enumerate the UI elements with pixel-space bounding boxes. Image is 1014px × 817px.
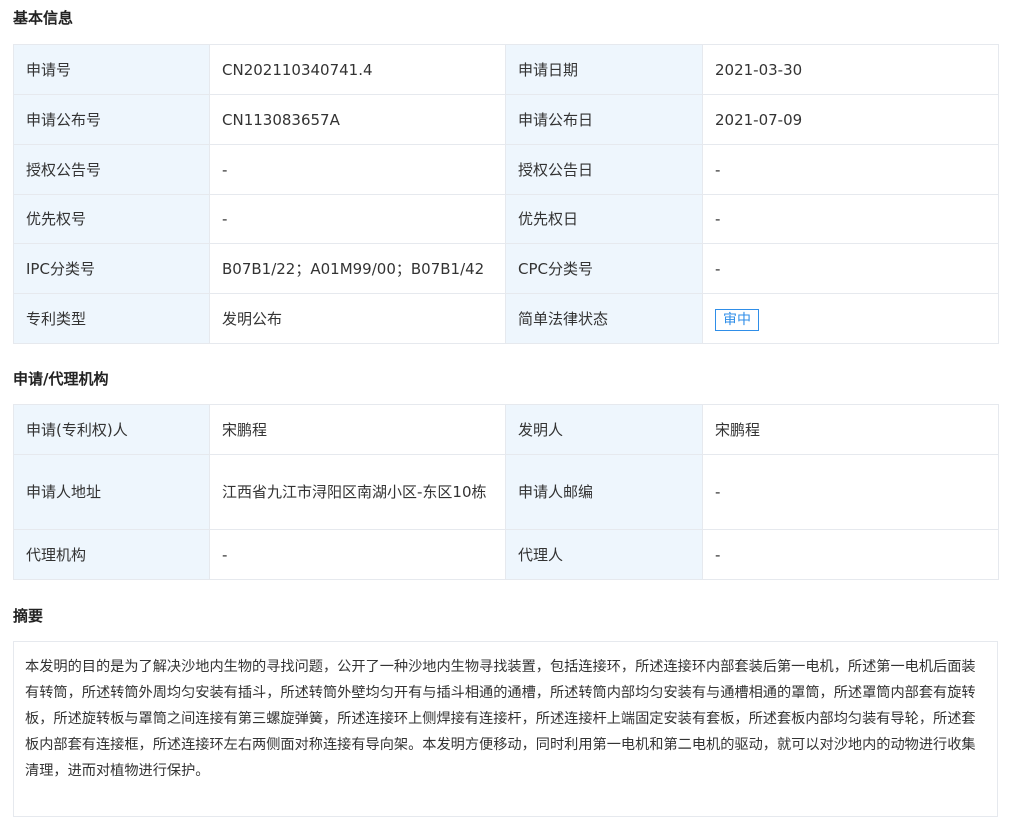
grant-date-label: 授权公告日 [505,144,703,195]
basic-info-table: 申请号 CN202110340741.4 申请日期 2021-03-30 申请公… [13,44,999,344]
table-row: 代理机构 - 代理人 - [13,529,999,580]
table-row: 申请公布号 CN113083657A 申请公布日 2021-07-09 [13,94,999,145]
patent-type-value: 发明公布 [209,293,506,344]
agency-label: 代理机构 [13,529,210,580]
agent-value: - [702,529,999,580]
priority-number-label: 优先权号 [13,194,210,244]
grant-number-value: - [209,144,506,195]
table-row: 授权公告号 - 授权公告日 - [13,144,999,195]
legal-status-cell: 审中 [702,293,999,344]
agency-value: - [209,529,506,580]
legal-status-label: 简单法律状态 [505,293,703,344]
table-row: 申请人地址 江西省九江市浔阳区南湖小区-东区10栋 申请人邮编 - [13,454,999,530]
publication-date-label: 申请公布日 [505,94,703,145]
abstract-title: 摘要 [13,607,44,625]
applicant-label: 申请(专利权)人 [13,404,210,455]
priority-date-label: 优先权日 [505,194,703,244]
ipc-label: IPC分类号 [13,243,210,294]
table-row: 专利类型 发明公布 简单法律状态 审中 [13,293,999,344]
patent-detail-page: 基本信息 申请号 CN202110340741.4 申请日期 2021-03-3… [0,0,1014,817]
publication-date-value: 2021-07-09 [702,94,999,145]
applicant-postcode-value: - [702,454,999,530]
table-row: IPC分类号 B07B1/22；A01M99/00；B07B1/42 CPC分类… [13,243,999,294]
publication-number-value: CN113083657A [209,94,506,145]
application-number-value: CN202110340741.4 [209,44,506,95]
cpc-value: - [702,243,999,294]
application-date-value: 2021-03-30 [702,44,999,95]
inventor-label: 发明人 [505,404,703,455]
patent-type-label: 专利类型 [13,293,210,344]
publication-number-label: 申请公布号 [13,94,210,145]
applicant-postcode-label: 申请人邮编 [505,454,703,530]
applicant-value: 宋鹏程 [209,404,506,455]
abstract-text: 本发明的目的是为了解决沙地内生物的寻找问题，公开了一种沙地内生物寻找装置，包括连… [13,641,998,817]
agency-title: 申请/代理机构 [13,370,109,388]
grant-number-label: 授权公告号 [13,144,210,195]
table-row: 优先权号 - 优先权日 - [13,194,999,244]
priority-date-value: - [702,194,999,244]
basic-info-title: 基本信息 [13,9,74,27]
table-row: 申请(专利权)人 宋鹏程 发明人 宋鹏程 [13,404,999,455]
applicant-address-value: 江西省九江市浔阳区南湖小区-东区10栋 [209,454,506,530]
ipc-value: B07B1/22；A01M99/00；B07B1/42 [209,243,506,294]
cpc-label: CPC分类号 [505,243,703,294]
inventor-value: 宋鹏程 [702,404,999,455]
applicant-address-label: 申请人地址 [13,454,210,530]
application-date-label: 申请日期 [505,44,703,95]
agent-label: 代理人 [505,529,703,580]
legal-status-badge: 审中 [715,308,759,331]
grant-date-value: - [702,144,999,195]
agency-table: 申请(专利权)人 宋鹏程 发明人 宋鹏程 申请人地址 江西省九江市浔阳区南湖小区… [13,404,999,580]
table-row: 申请号 CN202110340741.4 申请日期 2021-03-30 [13,44,999,95]
priority-number-value: - [209,194,506,244]
application-number-label: 申请号 [13,44,210,95]
